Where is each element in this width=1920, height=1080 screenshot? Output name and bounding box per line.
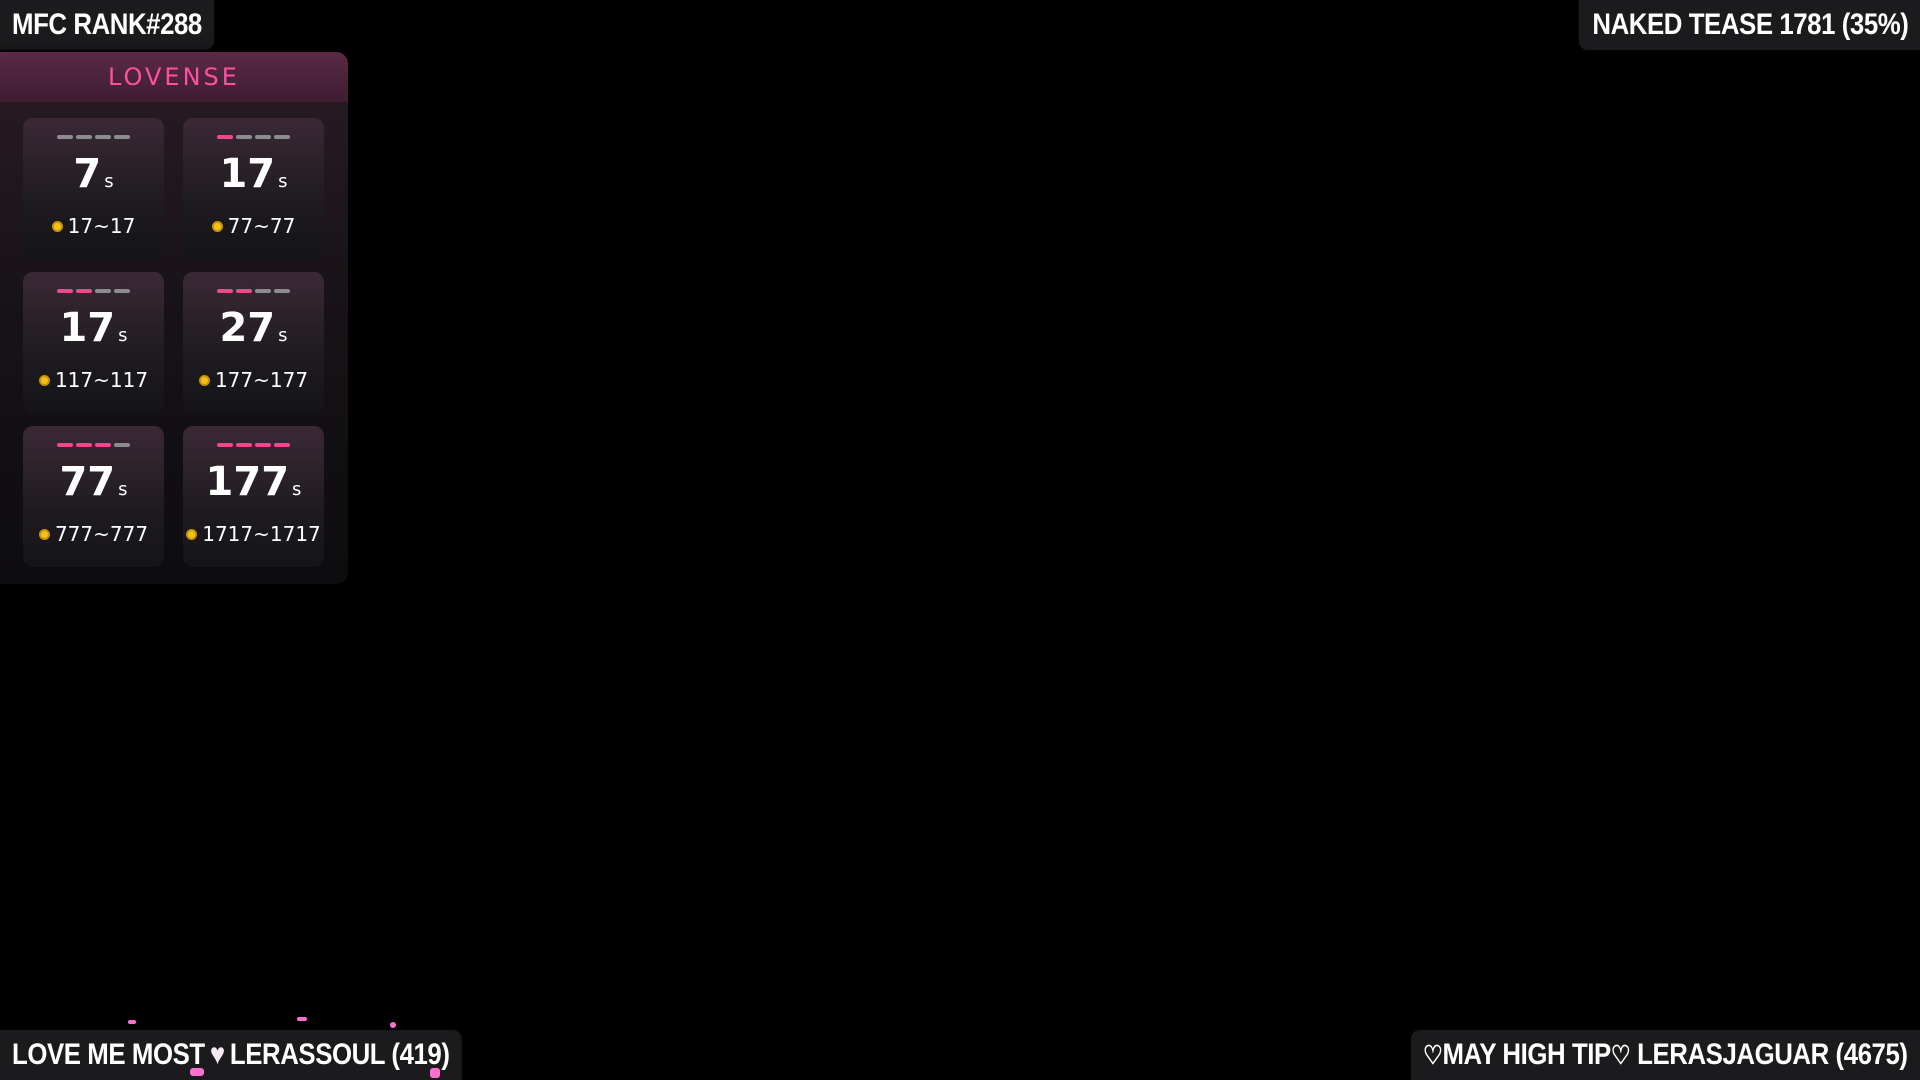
intensity-bar: [57, 289, 73, 293]
token-range-value: 177~177: [214, 368, 309, 392]
tip-level-card: 27 s 177~177: [183, 272, 324, 413]
intensity-bar: [217, 289, 233, 293]
love-me-most-banner: LOVE ME MOST ♥ LERASSOUL (419): [0, 1030, 462, 1080]
rank-banner: MFC RANK#288: [0, 0, 214, 50]
intensity-bar: [274, 135, 290, 139]
tip-level-card: 7 s 17~17: [23, 118, 164, 259]
duration-unit: s: [278, 171, 288, 192]
duration-unit: s: [118, 325, 128, 346]
intensity-indicator: [23, 289, 164, 293]
coin-icon: [186, 529, 198, 540]
vibration-duration: 17 s: [23, 306, 164, 358]
high-tip-user: LERASJAGUAR (4675): [1637, 1038, 1909, 1071]
duration-unit: s: [278, 325, 288, 346]
intensity-bar: [255, 443, 271, 447]
duration-value: 17: [219, 151, 276, 197]
token-range-value: 77~77: [227, 214, 296, 238]
heart-icon: ♥: [209, 1038, 225, 1071]
token-range-value: 1717~1717: [202, 522, 321, 546]
duration-value: 177: [205, 459, 290, 505]
floating-heart-icon: [297, 1017, 307, 1021]
duration-unit: s: [292, 479, 302, 500]
coin-icon: [198, 375, 210, 386]
coin-icon: [211, 221, 223, 232]
intensity-bar: [217, 135, 233, 139]
intensity-bar: [95, 289, 111, 293]
vibration-duration: 27 s: [183, 306, 324, 358]
vibration-duration: 7s: [23, 152, 164, 204]
token-range: 117~117: [23, 368, 164, 392]
intensity-bar: [76, 443, 92, 447]
intensity-indicator: [23, 135, 164, 139]
token-range: 177~177: [183, 368, 324, 392]
intensity-bar: [95, 135, 111, 139]
goal-text: NAKED TEASE 1781 (35%): [1591, 8, 1908, 41]
intensity-bar: [255, 289, 271, 293]
tip-level-grid: 7 s 17~17 17 s 77~77 17 s 117~117 27 s 177~177 77 s 77…: [23, 118, 324, 567]
duration-value: 7: [73, 151, 102, 197]
coin-icon: [38, 529, 50, 540]
floating-heart-icon: [128, 1020, 136, 1024]
token-range-value: 117~117: [54, 368, 149, 392]
stream-overlay: MFC RANK#288 NAKED TEASE 1781 (35%) LOVE…: [0, 0, 1920, 1080]
coin-icon: [51, 221, 63, 232]
high-tip-banner: ♡MAY HIGH TIP♡ LERASJAGUAR (4675): [1411, 1030, 1920, 1080]
intensity-bar: [114, 289, 130, 293]
intensity-bar: [255, 135, 271, 139]
vibration-duration: 17 s: [183, 152, 324, 204]
lovense-tip-menu: LOVENSE 7 s 17~17 17 s 77~77 17 s 117~117 27 s 177~…: [0, 52, 348, 584]
lovense-brand: LOVENSE: [108, 63, 240, 91]
token-range-value: 777~777: [54, 522, 149, 546]
token-range-value: 17~17: [67, 214, 136, 238]
duration-value: 27: [219, 305, 276, 351]
duration-value: 77: [59, 459, 116, 505]
token-range: 77~77: [183, 214, 324, 238]
heart-outline-icon: ♡: [1423, 1040, 1443, 1070]
high-tip-label: MAY HIGH TIP: [1442, 1038, 1612, 1071]
intensity-bar: [76, 289, 92, 293]
lovense-logo: LOVENSE: [0, 52, 348, 102]
rank-text: MFC RANK#288: [12, 8, 202, 41]
intensity-bar: [114, 443, 130, 447]
intensity-bar: [57, 443, 73, 447]
intensity-bar: [274, 289, 290, 293]
intensity-bar: [217, 443, 233, 447]
intensity-bar: [236, 443, 252, 447]
heart-outline-icon: ♡: [1611, 1040, 1631, 1070]
floating-heart-icon: [190, 1068, 204, 1076]
vibration-duration: 177 s: [183, 460, 324, 512]
love-me-most-label: LOVE ME MOST: [12, 1038, 205, 1071]
duration-unit: s: [118, 479, 128, 500]
vibration-duration: 77 s: [23, 460, 164, 512]
coin-icon: [38, 375, 50, 386]
intensity-indicator: [23, 443, 164, 447]
tip-level-card: 17 s 77~77: [183, 118, 324, 259]
tip-level-card: 177 s 1717~1717: [183, 426, 324, 567]
intensity-bar: [236, 289, 252, 293]
intensity-indicator: [183, 289, 324, 293]
intensity-bar: [274, 443, 290, 447]
token-range: 1717~1717: [183, 522, 324, 546]
love-me-most-user: LERASSOUL (419): [229, 1038, 450, 1071]
tip-level-card: 17 s 117~117: [23, 272, 164, 413]
intensity-bar: [57, 135, 73, 139]
intensity-bar: [95, 443, 111, 447]
token-range: 17~17: [23, 214, 164, 238]
duration-value: 17: [59, 305, 116, 351]
intensity-indicator: [183, 443, 324, 447]
intensity-bar: [114, 135, 130, 139]
goal-banner: NAKED TEASE 1781 (35%): [1578, 0, 1920, 50]
intensity-bar: [236, 135, 252, 139]
token-range: 777~777: [23, 522, 164, 546]
floating-heart-icon: [430, 1068, 440, 1078]
tip-level-card: 77 s 777~777: [23, 426, 164, 567]
intensity-indicator: [183, 135, 324, 139]
duration-unit: s: [104, 171, 114, 192]
intensity-bar: [76, 135, 92, 139]
floating-heart-icon: [390, 1022, 396, 1028]
